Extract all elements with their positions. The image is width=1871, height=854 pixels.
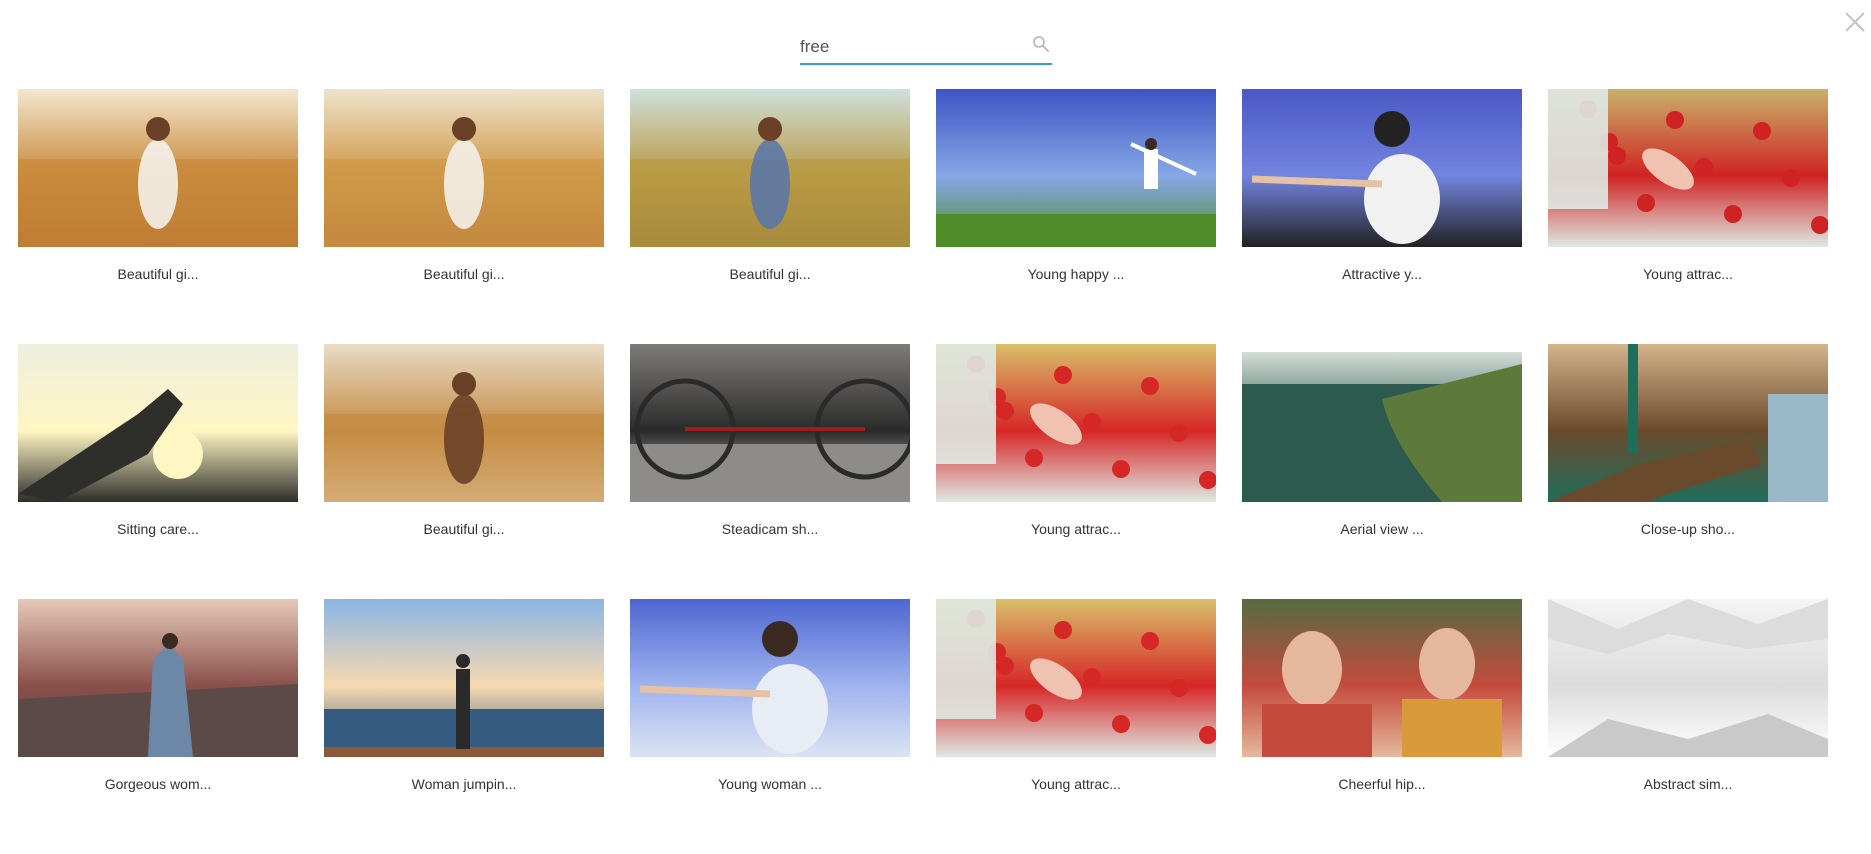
- video-tile[interactable]: Young happy ...: [936, 89, 1216, 344]
- video-caption: Beautiful gi...: [729, 266, 811, 282]
- video-tile[interactable]: Sitting care...: [18, 344, 298, 599]
- video-thumbnail[interactable]: [1242, 599, 1522, 757]
- video-tile[interactable]: Abstract sim...: [1548, 599, 1828, 854]
- video-caption: Sitting care...: [117, 521, 199, 537]
- video-tile[interactable]: Beautiful gi...: [324, 344, 604, 599]
- video-thumbnail[interactable]: [630, 89, 910, 247]
- video-caption: Aerial view ...: [1340, 521, 1424, 537]
- close-icon[interactable]: [1843, 10, 1867, 34]
- video-thumbnail[interactable]: [324, 89, 604, 247]
- video-thumbnail[interactable]: [936, 89, 1216, 247]
- video-caption: Beautiful gi...: [423, 521, 505, 537]
- video-tile[interactable]: Young woman ...: [630, 599, 910, 854]
- video-caption: Young woman ...: [718, 776, 822, 792]
- video-tile[interactable]: Cheerful hip...: [1242, 599, 1522, 854]
- video-thumbnail[interactable]: [1548, 599, 1828, 757]
- video-caption: Steadicam sh...: [721, 521, 819, 537]
- search-icon[interactable]: [1032, 35, 1050, 53]
- video-thumbnail[interactable]: [324, 599, 604, 757]
- search-bar: [800, 30, 1052, 65]
- video-thumbnail[interactable]: [1242, 344, 1522, 502]
- video-thumbnail[interactable]: [18, 344, 298, 502]
- video-caption: Beautiful gi...: [423, 266, 505, 282]
- video-thumbnail[interactable]: [1548, 344, 1828, 502]
- video-caption: Close-up sho...: [1640, 521, 1736, 537]
- video-tile[interactable]: Beautiful gi...: [18, 89, 298, 344]
- video-thumbnail[interactable]: [18, 599, 298, 757]
- video-thumbnail[interactable]: [1548, 89, 1828, 247]
- video-caption: Abstract sim...: [1643, 776, 1733, 792]
- video-thumbnail[interactable]: [936, 599, 1216, 757]
- video-thumbnail[interactable]: [936, 344, 1216, 502]
- video-tile[interactable]: Woman jumpin...: [324, 599, 604, 854]
- video-tile[interactable]: Gorgeous wom...: [18, 599, 298, 854]
- video-caption: Young attrac...: [1031, 521, 1121, 537]
- video-thumbnail[interactable]: [324, 344, 604, 502]
- video-tile[interactable]: Beautiful gi...: [630, 89, 910, 344]
- video-caption: Attractive y...: [1342, 266, 1422, 282]
- video-tile[interactable]: Young attrac...: [1548, 89, 1828, 344]
- video-caption: Beautiful gi...: [117, 266, 199, 282]
- video-thumbnail[interactable]: [630, 599, 910, 757]
- video-tile[interactable]: Close-up sho...: [1548, 344, 1828, 599]
- video-results-grid: Beautiful gi... Beautiful gi... Beautiful …: [18, 89, 1828, 854]
- video-caption: Gorgeous wom...: [104, 776, 212, 792]
- video-caption: Young happy ...: [1027, 266, 1125, 282]
- video-caption: Young attrac...: [1031, 776, 1121, 792]
- video-caption: Woman jumpin...: [411, 776, 517, 792]
- video-caption: Cheerful hip...: [1338, 776, 1426, 792]
- video-tile[interactable]: Young attrac...: [936, 599, 1216, 854]
- video-thumbnail[interactable]: [18, 89, 298, 247]
- video-tile[interactable]: Steadicam sh...: [630, 344, 910, 599]
- video-thumbnail[interactable]: [630, 344, 910, 502]
- search-input[interactable]: [800, 34, 1020, 60]
- video-tile[interactable]: Aerial view ...: [1242, 344, 1522, 599]
- video-tile[interactable]: Young attrac...: [936, 344, 1216, 599]
- video-tile[interactable]: Beautiful gi...: [324, 89, 604, 344]
- video-thumbnail[interactable]: [1242, 89, 1522, 247]
- video-caption: Young attrac...: [1643, 266, 1733, 282]
- video-tile[interactable]: Attractive y...: [1242, 89, 1522, 344]
